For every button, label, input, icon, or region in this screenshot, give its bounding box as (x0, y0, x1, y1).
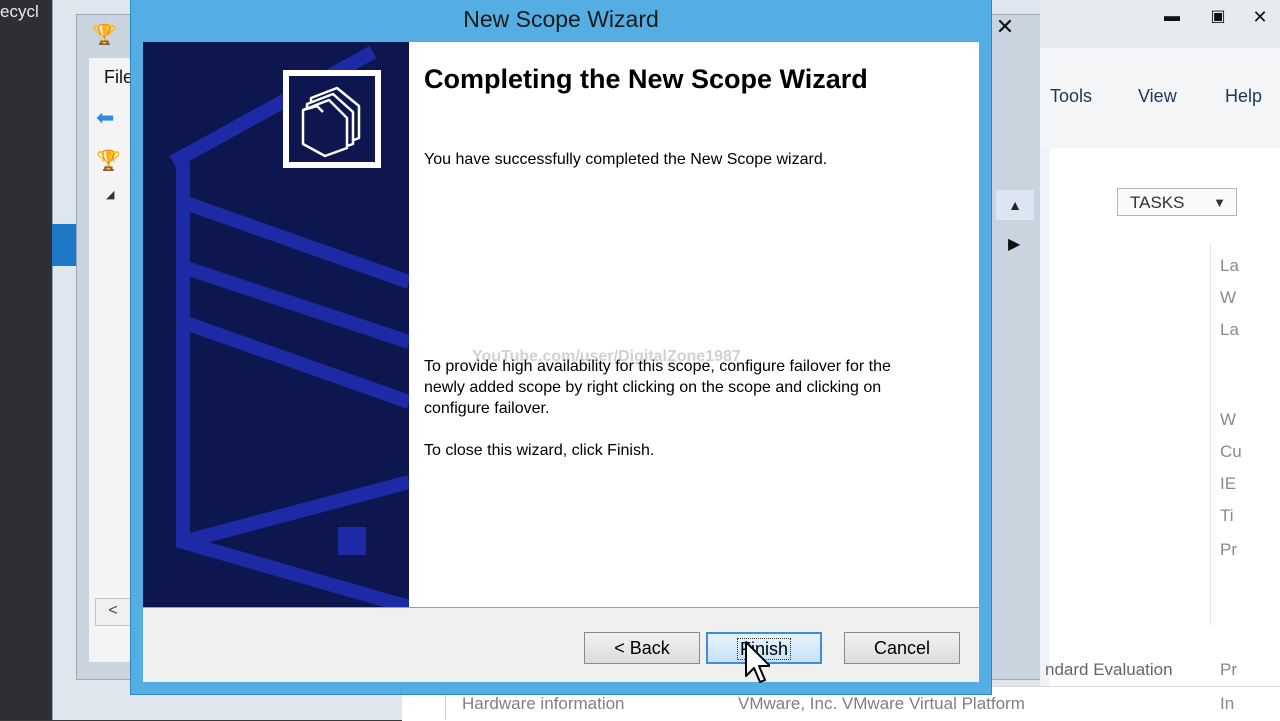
chevron-down-icon: ▼ (1213, 195, 1226, 210)
expand-right-icon[interactable]: ▶ (1008, 234, 1020, 254)
property-label: W (1220, 288, 1237, 307)
menu-tools[interactable]: Tools (1050, 86, 1092, 107)
minimize-icon[interactable]: ▬ (1150, 4, 1194, 30)
hardware-info-label: Hardware information (462, 694, 625, 713)
tasks-dropdown[interactable]: TASKS ▼ (1117, 188, 1237, 216)
property-label: W (1220, 410, 1237, 429)
property-label: Pr (1220, 660, 1237, 679)
close-icon[interactable]: ✕ (1240, 4, 1280, 30)
property-label: La (1220, 256, 1239, 275)
expand-triangle-icon[interactable]: ◢ (106, 188, 114, 201)
dialog-title: New Scope Wizard (463, 6, 659, 32)
property-label: IE (1220, 474, 1237, 493)
wizard-content-pane (409, 42, 979, 607)
dhcp-server-icon[interactable]: 🏆 (96, 148, 121, 172)
menu-view[interactable]: View (1138, 86, 1177, 107)
menu-help[interactable]: Help (1225, 86, 1262, 107)
scroll-up-icon[interactable]: ▲ (996, 190, 1034, 220)
trophy-icon: 🏆 (92, 24, 117, 46)
property-label: In (1220, 694, 1235, 713)
selection-highlight (52, 224, 76, 266)
desktop-icon-label[interactable]: ecycl (0, 2, 39, 22)
mmc-close-icon[interactable]: ✕ (990, 12, 1020, 42)
failover-instructions: To provide high availability for this sc… (424, 358, 891, 417)
cancel-button[interactable]: Cancel (844, 632, 960, 664)
back-button[interactable]: < Back (584, 632, 700, 664)
back-arrow-icon[interactable]: ⬅ (96, 107, 122, 129)
property-label: Pr (1220, 540, 1237, 559)
completion-message: You have successfully completed the New … (424, 151, 828, 168)
property-label: Ti (1220, 506, 1234, 525)
property-label: Cu (1220, 442, 1242, 461)
mouse-pointer-icon (745, 641, 770, 683)
folders-icon (289, 76, 375, 162)
wizard-heading: Completing the New Scope Wizard (424, 64, 868, 94)
tasks-label: TASKS (1130, 193, 1185, 212)
edition-value: ndard Evaluation (1045, 660, 1173, 679)
close-instructions: To close this wizard, click Finish. (424, 442, 655, 459)
button-separator (143, 607, 979, 608)
maximize-icon[interactable]: ▣ (1196, 4, 1240, 30)
hardware-info-value: VMware, Inc. VMware Virtual Platform (738, 694, 1025, 713)
scroll-left-button[interactable]: < (95, 598, 131, 626)
property-label: La (1220, 320, 1239, 339)
